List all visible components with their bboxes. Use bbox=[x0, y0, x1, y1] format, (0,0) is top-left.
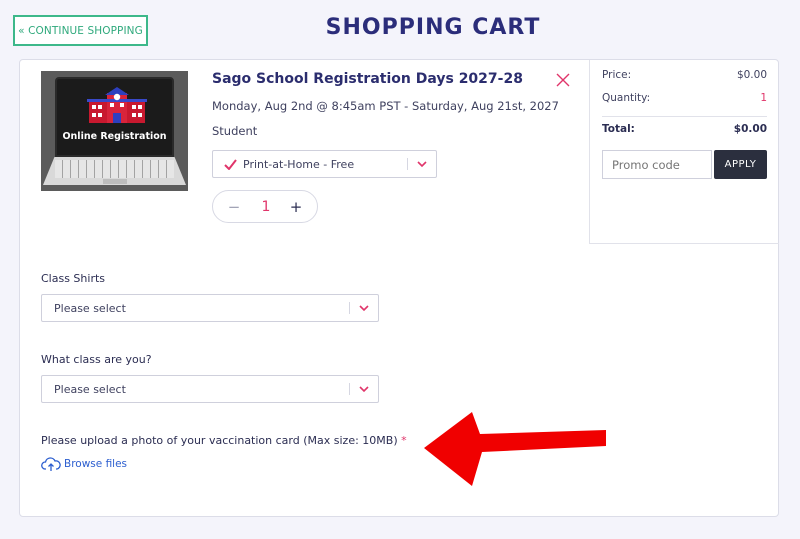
total-row: Total: $0.00 bbox=[602, 123, 767, 135]
thumbnail-caption: Online Registration bbox=[62, 131, 167, 142]
summary-divider bbox=[602, 116, 767, 117]
total-value: $0.00 bbox=[733, 123, 767, 135]
price-label: Price: bbox=[602, 69, 632, 81]
increment-button[interactable]: + bbox=[281, 191, 311, 222]
arrow-annotation bbox=[424, 412, 606, 486]
laptop-touchpad bbox=[103, 179, 127, 184]
laptop-keys bbox=[55, 160, 174, 178]
delivery-option-select[interactable]: Print-at-Home - Free bbox=[212, 150, 437, 178]
apply-button[interactable]: APPLY bbox=[714, 150, 767, 179]
school-building-icon bbox=[87, 87, 147, 123]
quantity-stepper: − 1 + bbox=[212, 190, 318, 223]
class-year-value: Please select bbox=[54, 382, 126, 396]
class-year-label: What class are you? bbox=[41, 353, 152, 366]
select-divider bbox=[407, 158, 408, 170]
class-year-select[interactable]: Please select bbox=[41, 375, 379, 403]
cart-card: Online Registration Sago School Registra… bbox=[19, 59, 779, 517]
vaccination-upload-label: Please upload a photo of your vaccinatio… bbox=[41, 434, 407, 447]
chevron-down-icon bbox=[359, 386, 369, 393]
chevron-down-icon bbox=[359, 305, 369, 312]
select-divider bbox=[349, 383, 350, 395]
quantity-value[interactable]: 1 bbox=[249, 191, 283, 222]
event-thumbnail: Online Registration bbox=[41, 71, 188, 191]
order-summary: Price: $0.00 Quantity: 1 Total: $0.00 AP… bbox=[589, 60, 779, 244]
total-label: Total: bbox=[602, 123, 635, 135]
ticket-type: Student bbox=[212, 124, 258, 138]
select-divider bbox=[349, 302, 350, 314]
class-shirts-label: Class Shirts bbox=[41, 272, 106, 285]
cloud-upload-icon bbox=[41, 457, 61, 471]
chevron-down-icon bbox=[417, 161, 427, 168]
quantity-label: Quantity: bbox=[602, 92, 651, 104]
class-shirts-value: Please select bbox=[54, 301, 126, 315]
browse-files-button[interactable]: Browse files bbox=[41, 456, 127, 472]
event-title: Sago School Registration Days 2027-28 bbox=[212, 71, 523, 87]
quantity-summary-value: 1 bbox=[760, 92, 767, 104]
promo-code-input[interactable] bbox=[602, 150, 712, 179]
class-shirts-select[interactable]: Please select bbox=[41, 294, 379, 322]
decrement-button[interactable]: − bbox=[219, 191, 249, 222]
price-value: $0.00 bbox=[736, 69, 767, 81]
upload-label-text: Please upload a photo of your vaccinatio… bbox=[41, 434, 398, 447]
close-icon[interactable] bbox=[555, 72, 571, 88]
quantity-row: Quantity: 1 bbox=[602, 92, 767, 104]
check-icon bbox=[224, 159, 237, 170]
laptop-screen: Online Registration bbox=[55, 77, 174, 157]
delivery-option-value: Print-at-Home - Free bbox=[243, 157, 355, 171]
page-title: SHOPPING CART bbox=[325, 15, 541, 40]
price-row: Price: $0.00 bbox=[602, 69, 767, 81]
required-mark: * bbox=[401, 434, 407, 447]
event-date: Monday, Aug 2nd @ 8:45am PST - Saturday,… bbox=[212, 99, 559, 113]
browse-files-label: Browse files bbox=[64, 458, 128, 470]
